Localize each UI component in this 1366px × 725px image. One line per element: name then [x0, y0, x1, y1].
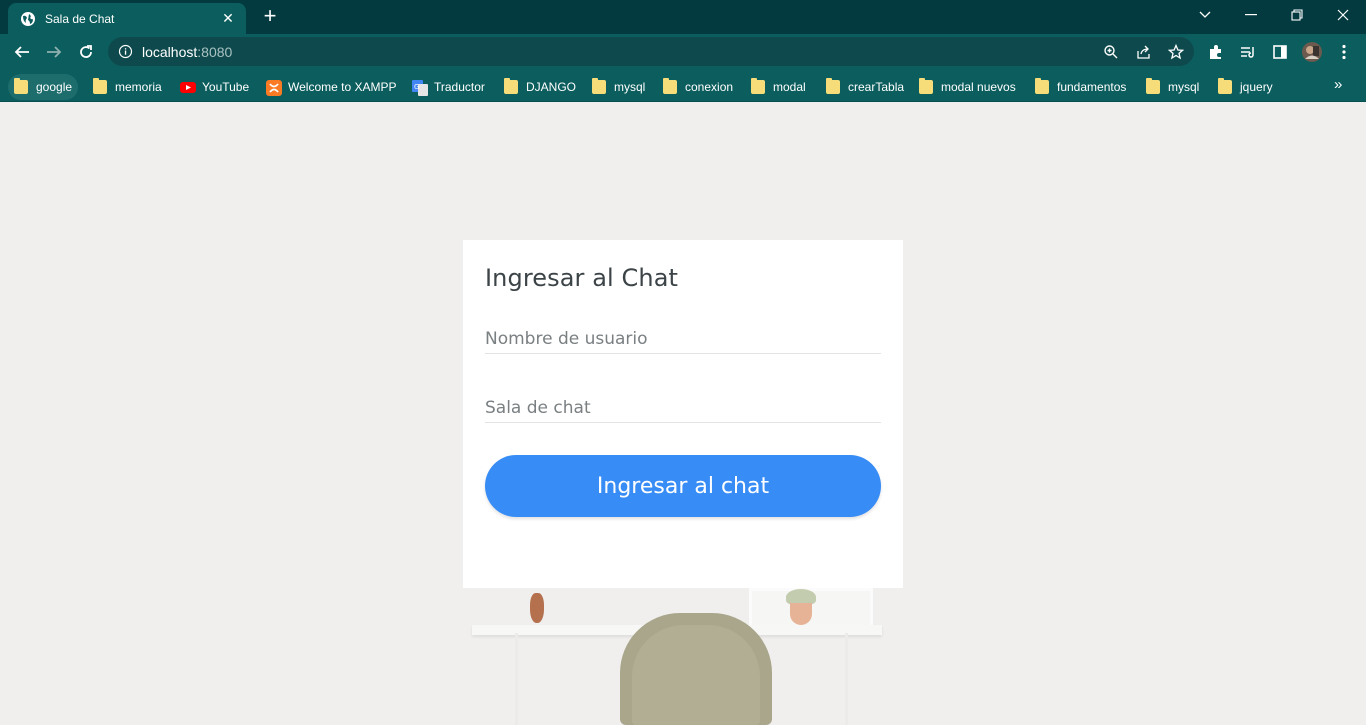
tab-close-icon[interactable]: ✕ — [220, 10, 236, 27]
bookmark-label: google — [36, 80, 73, 94]
bookmark-label: conexion — [685, 80, 734, 94]
bookmark-conexion[interactable]: conexion — [657, 74, 739, 100]
restore-button[interactable] — [1274, 0, 1320, 30]
forward-button[interactable] — [40, 38, 68, 66]
bookmark-label: jquery — [1240, 80, 1273, 94]
arrow-left-icon — [14, 46, 29, 58]
browser-titlebar: Sala de Chat ✕ + — [0, 0, 1366, 34]
globe-icon — [20, 11, 36, 27]
folder-icon — [1035, 78, 1049, 94]
background-pot — [790, 603, 812, 625]
reload-icon — [80, 45, 92, 58]
new-tab-button[interactable]: + — [259, 5, 281, 28]
tab-search-button[interactable] — [1182, 0, 1228, 30]
bookmark-traductor[interactable]: G Traductor — [406, 74, 491, 100]
folder-icon — [1218, 78, 1232, 94]
minimize-button[interactable] — [1228, 0, 1274, 30]
login-card: Ingresar al Chat Ingresar al chat — [463, 240, 903, 588]
bookmark-label: Welcome to XAMPP — [288, 80, 397, 94]
bookmarks-overflow-chevron-icon[interactable]: » — [1334, 76, 1342, 93]
tab-title: Sala de Chat — [45, 11, 115, 26]
bookmark-django[interactable]: DJANGO — [498, 74, 582, 100]
more-menu-icon[interactable] — [1334, 42, 1354, 62]
share-icon[interactable] — [1135, 43, 1153, 61]
bookmark-xampp[interactable]: Welcome to XAMPP — [260, 74, 402, 100]
reload-button[interactable] — [72, 38, 100, 66]
profile-avatar[interactable] — [1302, 42, 1322, 62]
xampp-icon — [266, 80, 282, 96]
bookmark-youtube[interactable]: YouTube — [174, 74, 255, 100]
folder-icon — [826, 78, 840, 94]
bookmark-label: crearTabla — [848, 80, 905, 94]
background-chair-seat — [632, 625, 760, 725]
url-host: localhost — [142, 44, 198, 60]
bookmark-label: mysql — [614, 80, 646, 94]
translate-icon: G — [412, 80, 428, 96]
bookmark-label: memoria — [115, 80, 162, 94]
bookmark-label: mysql — [1168, 80, 1200, 94]
join-chat-button[interactable]: Ingresar al chat — [485, 455, 881, 517]
bookmark-modal-nuevos[interactable]: modal nuevos — [913, 74, 1022, 100]
zoom-icon[interactable] — [1102, 43, 1120, 61]
folder-icon — [663, 78, 677, 94]
side-panel-icon[interactable] — [1270, 42, 1290, 62]
browser-tab-active[interactable]: Sala de Chat ✕ — [8, 3, 246, 34]
bookmark-label: fundamentos — [1057, 80, 1127, 94]
background-desk-leg — [845, 633, 848, 725]
bookmark-memoria[interactable]: memoria — [87, 74, 168, 100]
bookmark-label: Traductor — [434, 80, 485, 94]
login-title: Ingresar al Chat — [485, 264, 679, 292]
folder-icon — [751, 78, 765, 94]
folder-icon — [93, 78, 107, 94]
bookmark-label: DJANGO — [526, 80, 577, 94]
url-port: :8080 — [197, 44, 233, 60]
bookmark-label: modal — [773, 80, 806, 94]
bookmarks-bar: google memoria YouTube Welcome to XAMPP … — [0, 70, 1366, 102]
chat-room-input[interactable] — [485, 393, 881, 423]
background-desk-leg — [515, 633, 518, 725]
username-input[interactable] — [485, 324, 881, 354]
media-playlist-icon[interactable] — [1238, 42, 1258, 62]
bookmark-mysql-1[interactable]: mysql — [586, 74, 651, 100]
close-window-button[interactable] — [1320, 0, 1366, 30]
page-viewport: Ingresar al Chat Ingresar al chat — [0, 103, 1366, 725]
bookmark-fundamentos[interactable]: fundamentos — [1029, 74, 1132, 100]
info-icon[interactable] — [118, 44, 133, 59]
bookmark-label: YouTube — [202, 80, 250, 94]
folder-icon — [1146, 78, 1160, 94]
svg-text:G: G — [414, 83, 419, 91]
background-vase — [530, 593, 544, 623]
extensions-puzzle-icon[interactable] — [1206, 42, 1226, 62]
address-bar[interactable]: localhost:8080 — [108, 37, 1194, 66]
youtube-icon — [180, 80, 196, 94]
back-button[interactable] — [8, 38, 36, 66]
folder-icon — [504, 78, 518, 94]
bookmark-creartabla[interactable]: crearTabla — [820, 74, 910, 100]
url-text[interactable]: localhost:8080 — [142, 44, 232, 60]
bookmark-star-icon[interactable] — [1167, 43, 1185, 61]
browser-toolbar: localhost:8080 — [0, 34, 1366, 70]
folder-icon — [592, 78, 606, 94]
bookmark-modal[interactable]: modal — [745, 74, 812, 100]
bookmark-google[interactable]: google — [8, 74, 79, 100]
arrow-right-icon — [47, 46, 62, 58]
bookmark-jquery[interactable]: jquery — [1212, 74, 1279, 100]
bookmark-label: modal nuevos — [941, 80, 1016, 94]
bookmark-mysql-2[interactable]: mysql — [1140, 74, 1205, 100]
folder-icon — [919, 78, 933, 94]
folder-icon — [14, 78, 28, 94]
